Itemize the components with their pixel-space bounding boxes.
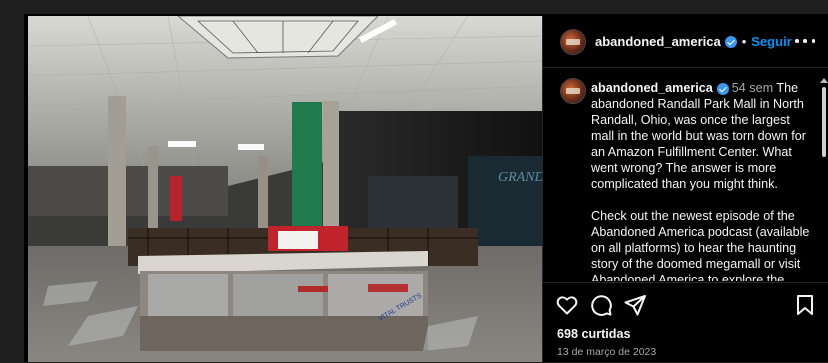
post-actions: 698 curtidas 13 de março de 2023 bbox=[543, 282, 828, 363]
likes-count[interactable]: 698 curtidas bbox=[557, 327, 631, 341]
send-icon[interactable] bbox=[623, 293, 647, 317]
heart-icon[interactable] bbox=[555, 293, 579, 317]
post-photo[interactable]: GRAND VITAL TRUSTS bbox=[28, 16, 542, 362]
caption-paragraph-1: The abandoned Randall Park Mall in North… bbox=[591, 81, 806, 191]
post-header: abandoned_america • Seguir bbox=[543, 16, 828, 68]
scroll-thumb[interactable] bbox=[822, 87, 826, 157]
caption-area[interactable]: abandoned_america 54 sem The abandoned Ra… bbox=[543, 68, 828, 281]
caption-paragraph-2: Check out the newest episode of the Aban… bbox=[591, 209, 810, 281]
more-options-icon[interactable] bbox=[795, 33, 815, 49]
follow-button[interactable]: Seguir bbox=[751, 34, 791, 49]
caption-scrollbar[interactable] bbox=[820, 78, 828, 278]
comment-icon[interactable] bbox=[589, 293, 613, 317]
caption-username[interactable]: abandoned_america bbox=[591, 81, 713, 95]
caption-body: abandoned_america 54 sem The abandoned Ra… bbox=[591, 80, 815, 281]
scroll-up-arrow-icon[interactable] bbox=[820, 78, 828, 83]
separator-dot: • bbox=[741, 34, 747, 49]
avatar[interactable] bbox=[560, 28, 586, 55]
verified-badge-icon bbox=[724, 35, 737, 48]
caption-verified-icon bbox=[716, 82, 729, 95]
post-date[interactable]: 13 de março de 2023 bbox=[557, 346, 656, 358]
mall-interior-image: GRAND VITAL TRUSTS bbox=[28, 16, 542, 362]
post-modal: GRAND VITAL TRUSTS abandoned_america • S… bbox=[24, 14, 828, 362]
header-username[interactable]: abandoned_america bbox=[595, 34, 721, 49]
caption-avatar[interactable] bbox=[560, 78, 586, 104]
bookmark-icon[interactable] bbox=[793, 293, 817, 317]
post-side-panel: abandoned_america • Seguir abandoned_ame… bbox=[542, 16, 828, 362]
caption-time[interactable]: 54 sem bbox=[732, 81, 773, 95]
store-sign-text: GRAND bbox=[498, 170, 542, 185]
